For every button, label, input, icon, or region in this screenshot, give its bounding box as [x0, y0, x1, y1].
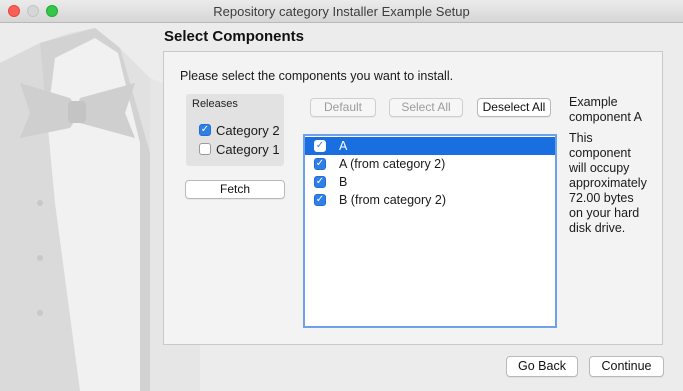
component-b-cat2-checkbox[interactable]: ✓ [314, 194, 326, 206]
component-label: A [339, 139, 348, 153]
go-back-button[interactable]: Go Back [506, 356, 578, 377]
description-line: disk drive. [569, 221, 626, 235]
default-button[interactable]: Default [310, 98, 376, 117]
list-item-b[interactable]: ✓ B [305, 173, 555, 191]
page-title: Select Components [164, 28, 305, 45]
instruction-text: Please select the components you want to… [180, 69, 454, 83]
component-description-title: Example component A [569, 95, 659, 125]
description-title-line: Example [569, 95, 618, 109]
release-category-1[interactable]: Category 1 [199, 141, 280, 157]
list-item-a-cat2[interactable]: ✓ A (from category 2) [305, 155, 555, 173]
installer-window: Repository category Installer Example Se… [0, 0, 683, 391]
component-a-cat2-checkbox[interactable]: ✓ [314, 158, 326, 170]
release-category-2[interactable]: ✓ Category 2 [199, 122, 280, 138]
fetch-button[interactable]: Fetch [185, 180, 285, 199]
description-line: component [569, 146, 631, 160]
select-all-button[interactable]: Select All [389, 98, 463, 117]
description-line: will occupy [569, 161, 630, 175]
component-label: A (from category 2) [339, 157, 446, 171]
continue-button[interactable]: Continue [589, 356, 664, 377]
releases-label: Releases [192, 98, 238, 110]
deselect-all-button[interactable]: Deselect All [477, 98, 551, 117]
description-line: This [569, 131, 593, 145]
title-bar: Repository category Installer Example Se… [0, 0, 683, 23]
component-a-checkbox[interactable]: ✓ [314, 140, 326, 152]
description-title-line: component A [569, 110, 642, 124]
list-item-b-cat2[interactable]: ✓ B (from category 2) [305, 191, 555, 209]
category-1-checkbox[interactable] [199, 143, 211, 155]
component-label: B (from category 2) [339, 193, 446, 207]
window-title: Repository category Installer Example Se… [213, 4, 470, 19]
component-description-body: This component will occupy approximately… [569, 131, 659, 236]
category-2-label: Category 2 [216, 122, 280, 138]
category-1-label: Category 1 [216, 141, 280, 157]
description-line: 72.00 bytes [569, 191, 634, 205]
description-line: on your hard [569, 206, 640, 220]
description-line: approximately [569, 176, 647, 190]
list-item-a[interactable]: ✓ A [305, 137, 555, 155]
component-b-checkbox[interactable]: ✓ [314, 176, 326, 188]
category-2-checkbox[interactable]: ✓ [199, 124, 211, 136]
components-list[interactable]: ✓ A ✓ A (from category 2) ✓ B ✓ B (from … [303, 134, 557, 328]
component-label: B [339, 175, 348, 189]
